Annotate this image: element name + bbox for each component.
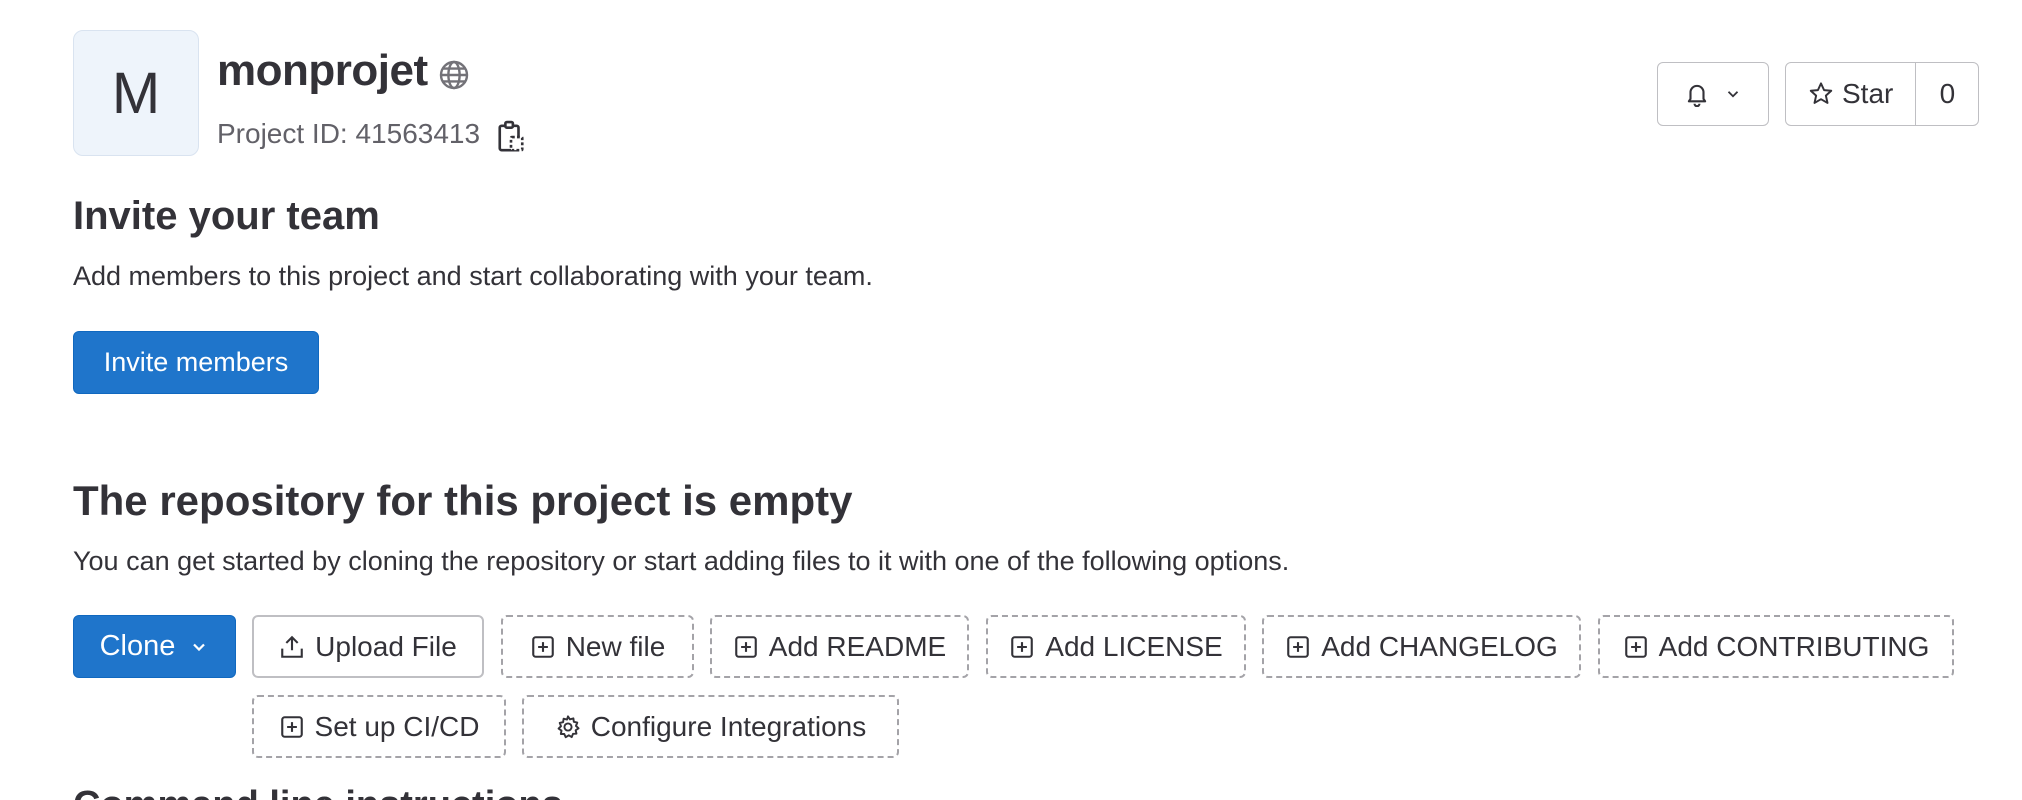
new-file-label: New file xyxy=(565,630,666,662)
star-button[interactable]: Star xyxy=(1786,63,1917,125)
add-contributing-button[interactable]: Add CONTRIBUTING xyxy=(1598,615,1954,678)
add-license-label: Add LICENSE xyxy=(1045,630,1223,662)
plus-square-icon xyxy=(531,635,554,658)
add-contributing-label: Add CONTRIBUTING xyxy=(1658,630,1930,662)
avatar-letter: M xyxy=(111,60,161,126)
upload-file-label: Upload File xyxy=(315,630,457,662)
upload-file-button[interactable]: Upload File xyxy=(252,615,484,678)
invite-description: Add members to this project and start co… xyxy=(73,261,873,291)
clone-dropdown-button[interactable]: Clone xyxy=(73,615,236,678)
upload-icon xyxy=(281,635,303,658)
chevron-down-icon xyxy=(1727,91,1739,98)
project-id-label: Project ID: 41563413 xyxy=(217,118,481,149)
empty-repo-heading: The repository for this project is empty xyxy=(73,477,853,524)
add-license-button[interactable]: Add LICENSE xyxy=(986,615,1246,678)
plus-square-icon xyxy=(280,715,303,738)
project-name[interactable]: monprojet xyxy=(217,46,428,96)
chevron-down-icon xyxy=(193,643,206,651)
new-file-button[interactable]: New file xyxy=(501,615,694,678)
plus-square-icon xyxy=(734,635,757,658)
configure-integrations-label: Configure Integrations xyxy=(590,710,867,742)
add-changelog-button[interactable]: Add CHANGELOG xyxy=(1262,615,1581,678)
add-readme-button[interactable]: Add README xyxy=(710,615,969,678)
invite-members-button[interactable]: Invite members xyxy=(73,331,319,394)
plus-square-icon xyxy=(1011,635,1034,658)
star-label: Star xyxy=(1842,78,1894,109)
add-changelog-label: Add CHANGELOG xyxy=(1321,630,1558,662)
plus-square-icon xyxy=(1287,635,1310,658)
configure-integrations-button[interactable]: Configure Integrations xyxy=(522,695,899,758)
command-line-instructions-heading: Command line instructions xyxy=(73,784,563,800)
star-count-value: 0 xyxy=(1939,78,1956,109)
invite-members-label: Invite members xyxy=(103,347,289,377)
star-button-group: Star 0 xyxy=(1785,62,1980,126)
project-overview-page: M monprojet Project ID: 41563413 Star 0 … xyxy=(0,0,2022,800)
bell-icon xyxy=(1687,84,1707,107)
copy-to-clipboard-icon[interactable] xyxy=(496,120,526,154)
globe-icon xyxy=(439,60,468,90)
notification-settings-button[interactable] xyxy=(1657,62,1769,126)
project-id: Project ID: 41563413 xyxy=(217,114,526,154)
empty-repo-description: You can get started by cloning the repos… xyxy=(73,546,1290,576)
setup-ci-cd-button[interactable]: Set up CI/CD xyxy=(252,695,506,758)
add-readme-label: Add README xyxy=(768,630,947,662)
plus-square-icon xyxy=(1624,635,1647,658)
project-avatar[interactable]: M xyxy=(73,30,199,156)
settings-icon xyxy=(557,714,580,738)
star-icon xyxy=(1809,82,1833,104)
invite-heading: Invite your team xyxy=(73,194,380,238)
setup-ci-cd-label: Set up CI/CD xyxy=(314,710,480,742)
star-count[interactable]: 0 xyxy=(1916,63,1978,125)
project-title-row: monprojet xyxy=(217,46,470,96)
clone-label: Clone xyxy=(99,630,176,662)
